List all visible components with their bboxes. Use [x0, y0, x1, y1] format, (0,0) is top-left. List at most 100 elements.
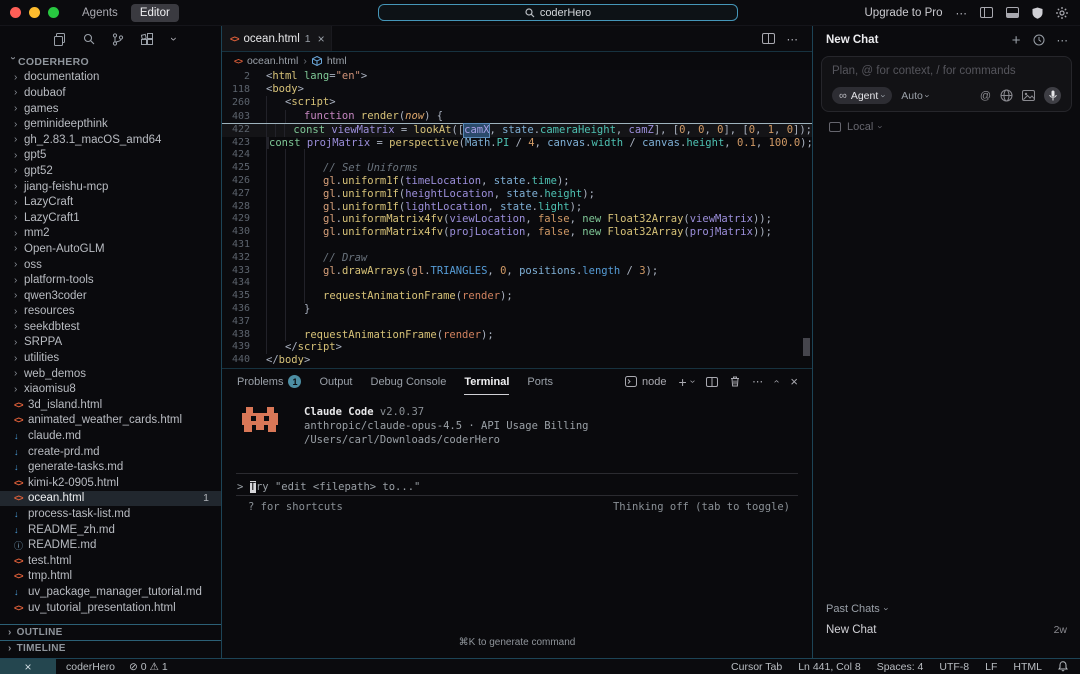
past-chats-header[interactable]: Past Chats › [826, 603, 1067, 615]
tree-file[interactable]: <>animated_weather_cards.html [0, 413, 221, 429]
tree-file[interactable]: <>test.html [0, 553, 221, 569]
tree-folder[interactable]: ›LazyCraft1 [0, 210, 221, 226]
mode-tab-agents[interactable]: Agents [73, 4, 127, 22]
tree-file[interactable]: <>uv_tutorial_presentation.html [0, 600, 221, 616]
minimize-window-button[interactable] [29, 7, 40, 18]
mode-tab-editor[interactable]: Editor [131, 4, 179, 22]
tree-file[interactable]: ⓘREADME.md [0, 537, 221, 553]
tree-folder[interactable]: ›gh_2.83.1_macOS_amd64 [0, 132, 221, 148]
tree-folder[interactable]: ›platform-tools [0, 272, 221, 288]
tree-file[interactable]: <>kimi-k2-0905.html [0, 475, 221, 491]
chat-input-placeholder[interactable]: Plan, @ for context, / for commands [832, 65, 1061, 77]
extensions-icon[interactable] [141, 33, 154, 46]
chat-history-clock-icon[interactable] [1033, 34, 1045, 46]
kill-terminal-trash-icon[interactable] [730, 376, 740, 387]
editor-scrollbar[interactable] [803, 338, 810, 356]
tree-file[interactable]: <>tmp.html [0, 569, 221, 585]
tree-file[interactable]: <>3d_island.html [0, 397, 221, 413]
tree-file[interactable]: ↓process-task-list.md [0, 506, 221, 522]
panel-tab-ports[interactable]: Ports [527, 369, 553, 395]
code-editor[interactable]: 422const viewMatrix = lookAt([camX, stat… [222, 124, 812, 368]
tree-file[interactable]: <>ocean.html1 [0, 491, 221, 507]
tree-file[interactable]: ↓create-prd.md [0, 444, 221, 460]
terminal-dropdown-chevron-icon[interactable]: › [687, 380, 698, 383]
workspace-name[interactable]: coderHero [66, 661, 115, 673]
tab-close-icon[interactable]: × [318, 32, 325, 46]
tree-folder[interactable]: ›gpt5 [0, 148, 221, 164]
tree-folder[interactable]: ›gpt52 [0, 163, 221, 179]
tree-folder[interactable]: ›documentation [0, 70, 221, 86]
breadcrumb-file[interactable]: ocean.html [247, 55, 298, 67]
panel-tab-output[interactable]: Output [319, 369, 352, 395]
tree-file[interactable]: ↓README_zh.md [0, 522, 221, 538]
sidebar-section-timeline[interactable]: ›TIMELINE [0, 640, 221, 656]
more-actions-icon[interactable]: ⋯ [956, 6, 968, 20]
local-selector[interactable]: Local › [829, 121, 1080, 133]
shield-icon[interactable] [1032, 7, 1043, 19]
status-spaces-4[interactable]: Spaces: 4 [877, 661, 924, 673]
settings-gear-icon[interactable] [1056, 7, 1068, 19]
tree-folder[interactable]: ›web_demos [0, 366, 221, 382]
tree-folder[interactable]: ›mm2 [0, 226, 221, 242]
tree-folder[interactable]: ›oss [0, 257, 221, 273]
panel-more-actions-icon[interactable]: ⋯ [752, 375, 763, 388]
sidebar-section-outline[interactable]: ›OUTLINE [0, 624, 221, 640]
tree-folder[interactable]: ›seekdbtest [0, 319, 221, 335]
panel-tab-terminal[interactable]: Terminal [464, 369, 509, 395]
close-panel-icon[interactable]: × [790, 374, 798, 389]
tree-folder[interactable]: ›qwen3coder [0, 288, 221, 304]
toggle-panel-icon[interactable] [1006, 7, 1019, 18]
mention-icon[interactable]: @ [980, 90, 991, 102]
tree-file[interactable]: ↓uv_package_manager_tutorial.md [0, 584, 221, 600]
status-ln-441-col-8[interactable]: Ln 441, Col 8 [798, 661, 860, 673]
search-sidebar-icon[interactable] [83, 33, 95, 45]
agent-mode-selector[interactable]: ∞ Agent › [832, 87, 892, 104]
past-chat-item[interactable]: New Chat2w [826, 624, 1067, 636]
tab-ocean-html[interactable]: <> ocean.html 1 × [222, 26, 332, 51]
new-chat-button[interactable]: + [1012, 32, 1021, 49]
new-terminal-button[interactable]: + [679, 374, 687, 390]
split-terminal-icon[interactable] [706, 377, 718, 387]
status-html[interactable]: HTML [1013, 661, 1042, 673]
tree-file[interactable]: ↓claude.md [0, 428, 221, 444]
tree-file[interactable]: ↓generate-tasks.md [0, 459, 221, 475]
attach-image-icon[interactable] [1022, 90, 1035, 101]
upgrade-to-pro-button[interactable]: Upgrade to Pro [865, 7, 943, 19]
problems-status[interactable]: ⊘ 0 ⚠ 1 [129, 661, 168, 673]
tree-folder[interactable]: ›xiaomisu8 [0, 381, 221, 397]
notifications-bell-icon[interactable] [1058, 661, 1068, 672]
tree-folder[interactable]: ›utilities [0, 350, 221, 366]
status-lf[interactable]: LF [985, 661, 997, 673]
tree-folder[interactable]: ›doubaof [0, 85, 221, 101]
split-editor-icon[interactable] [762, 33, 775, 44]
tree-folder[interactable]: ›LazyCraft [0, 194, 221, 210]
tree-folder[interactable]: ›games [0, 101, 221, 117]
editor-more-actions-icon[interactable]: ⋯ [787, 32, 799, 46]
tree-folder[interactable]: ›geminideepthink [0, 116, 221, 132]
more-views-chevron-icon[interactable]: › [167, 37, 179, 41]
toggle-sidebar-icon[interactable] [980, 7, 993, 18]
close-window-button[interactable] [10, 7, 21, 18]
source-control-icon[interactable] [112, 33, 124, 46]
voice-mic-icon[interactable] [1044, 87, 1061, 104]
status-utf-8[interactable]: UTF-8 [939, 661, 969, 673]
chat-more-actions-icon[interactable]: ⋯ [1057, 33, 1069, 47]
tree-folder[interactable]: ›jiang-feishu-mcp [0, 179, 221, 195]
command-center-search[interactable]: coderHero [378, 4, 738, 21]
maximize-panel-chevron-icon[interactable]: › [771, 380, 782, 383]
status-cursor-tab[interactable]: Cursor Tab [731, 661, 782, 673]
remote-indicator[interactable]: × [0, 659, 56, 674]
tree-folder[interactable]: ›resources [0, 304, 221, 320]
explorer-icon[interactable] [54, 33, 66, 46]
tree-folder[interactable]: ›Open-AutoGLM [0, 241, 221, 257]
panel-tab-debug-console[interactable]: Debug Console [371, 369, 447, 395]
tree-root[interactable]: › CODERHERO [0, 54, 221, 70]
model-selector[interactable]: Auto › [901, 90, 929, 102]
panel-tab-problems[interactable]: Problems1 [237, 369, 301, 395]
tree-folder[interactable]: ›SRPPA [0, 335, 221, 351]
terminal-view[interactable]: Claude Code v2.0.37 anthropic/claude-opu… [222, 395, 812, 658]
terminal-prompt-input[interactable]: > Try "edit <filepath> to..." [237, 481, 420, 493]
breadcrumb-symbol[interactable]: html [327, 55, 347, 67]
thinking-toggle-hint[interactable]: Thinking off (tab to toggle) [613, 501, 790, 513]
zoom-window-button[interactable] [48, 7, 59, 18]
